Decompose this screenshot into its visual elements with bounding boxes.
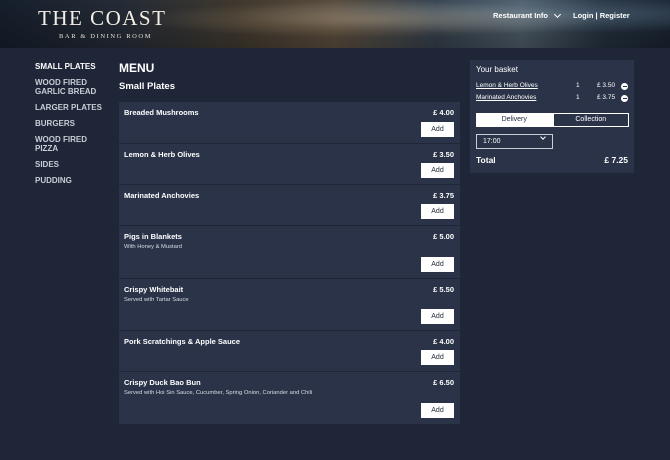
item-name: Pork Scratchings & Apple Sauce xyxy=(124,337,241,346)
total-label: Total xyxy=(476,155,496,165)
item-price: £ 3.50 xyxy=(433,150,454,159)
section-title: Small Plates xyxy=(119,81,175,92)
add-button[interactable]: Add xyxy=(421,204,454,219)
menu-item: Crispy Duck Bao Bun Served with Hoi Sin … xyxy=(119,372,460,425)
item-price: £ 3.75 xyxy=(433,191,454,200)
menu-item-list: Breaded Mushrooms £ 4.00 Add Lemon & Her… xyxy=(119,102,460,425)
basket-panel: Your basket Lemon & Herb Olives 1 £ 3.50… xyxy=(470,60,634,173)
logo-title[interactable]: THE COAST xyxy=(38,6,166,31)
item-price: £ 6.50 xyxy=(433,378,454,387)
basket-title: Your basket xyxy=(476,65,518,74)
basket-item-price: £ 3.50 xyxy=(597,82,616,89)
menu-item: Crispy Whitebait Served with Tartar Sauc… xyxy=(119,279,460,331)
page-title: MENU xyxy=(119,61,155,75)
sidebar-item-wood-fired-garlic-bread[interactable]: WOOD FIRED GARLIC BREAD xyxy=(35,78,110,96)
item-price: £ 4.00 xyxy=(433,337,454,346)
restaurant-info-label[interactable]: Restaurant Info xyxy=(493,11,548,20)
basket-item-qty: 1 xyxy=(576,82,580,89)
delivery-mode-toggle: Delivery Collection xyxy=(476,113,629,127)
logo-subtitle: BAR & DINING ROOM xyxy=(59,33,153,40)
item-name: Breaded Mushrooms xyxy=(124,108,199,117)
item-description: Served with Hoi Sin Sauce, Cucumber, Spr… xyxy=(124,390,313,396)
item-price: £ 5.50 xyxy=(433,285,454,294)
menu-item: Breaded Mushrooms £ 4.00 Add xyxy=(119,102,460,144)
add-button[interactable]: Add xyxy=(421,309,454,324)
item-price: £ 4.00 xyxy=(433,108,454,117)
basket-item-name[interactable]: Marinated Anchovies xyxy=(476,94,536,101)
total-value: £ 7.25 xyxy=(604,155,628,165)
sidebar-item-larger-plates[interactable]: LARGER PLATES xyxy=(35,103,110,112)
basket-item-qty: 1 xyxy=(576,94,580,101)
menu-item: Pigs in Blankets With Honey & Mustard £ … xyxy=(119,226,460,279)
basket-line: Marinated Anchovies 1 £ 3.75 xyxy=(476,94,630,104)
item-description: With Honey & Mustard xyxy=(124,244,182,250)
register-link[interactable]: Register xyxy=(600,11,630,20)
header-banner: THE COAST BAR & DINING ROOM Restaurant I… xyxy=(0,0,670,48)
add-button[interactable]: Add xyxy=(421,122,454,137)
basket-item-name[interactable]: Lemon & Herb Olives xyxy=(476,82,538,89)
sidebar-item-burgers[interactable]: BURGERS xyxy=(35,119,110,128)
auth-separator: | xyxy=(595,11,598,20)
item-description: Served with Tartar Sauce xyxy=(124,297,189,303)
remove-icon[interactable] xyxy=(621,83,628,90)
menu-item: Pork Scratchings & Apple Sauce £ 4.00 Ad… xyxy=(119,331,460,372)
chevron-down-icon xyxy=(553,10,562,18)
add-button[interactable]: Add xyxy=(421,350,454,365)
menu-item: Marinated Anchovies £ 3.75 Add xyxy=(119,185,460,226)
sidebar-item-sides[interactable]: SIDES xyxy=(35,160,110,169)
collection-option[interactable]: Collection xyxy=(552,113,629,127)
time-select-value: 17:00 xyxy=(483,138,501,145)
sidebar-item-wood-fired-pizza[interactable]: WOOD FIRED PIZZA xyxy=(35,135,110,153)
item-name: Crispy Duck Bao Bun xyxy=(124,378,201,387)
remove-icon[interactable] xyxy=(621,95,628,102)
item-price: £ 5.00 xyxy=(433,232,454,241)
add-button[interactable]: Add xyxy=(421,163,454,178)
category-sidebar: SMALL PLATES WOOD FIRED GARLIC BREAD LAR… xyxy=(35,62,110,192)
login-link[interactable]: Login xyxy=(573,11,593,20)
sidebar-item-small-plates[interactable]: SMALL PLATES xyxy=(35,62,110,71)
basket-line: Lemon & Herb Olives 1 £ 3.50 xyxy=(476,82,630,92)
sidebar-item-pudding[interactable]: PUDDING xyxy=(35,176,110,185)
item-name: Pigs in Blankets xyxy=(124,232,182,241)
item-name: Marinated Anchovies xyxy=(124,191,200,200)
item-name: Crispy Whitebait xyxy=(124,285,184,294)
auth-links: Login | Register xyxy=(573,11,630,20)
chevron-down-icon xyxy=(540,134,546,140)
basket-item-price: £ 3.75 xyxy=(597,94,616,101)
menu-item: Lemon & Herb Olives £ 3.50 Add xyxy=(119,144,460,185)
add-button[interactable]: Add xyxy=(421,257,454,272)
add-button[interactable]: Add xyxy=(421,403,454,418)
delivery-option[interactable]: Delivery xyxy=(476,113,553,127)
item-name: Lemon & Herb Olives xyxy=(124,150,200,159)
time-select[interactable]: 17:00 xyxy=(476,134,553,149)
restaurant-info-menu[interactable]: Restaurant Info xyxy=(493,10,562,20)
